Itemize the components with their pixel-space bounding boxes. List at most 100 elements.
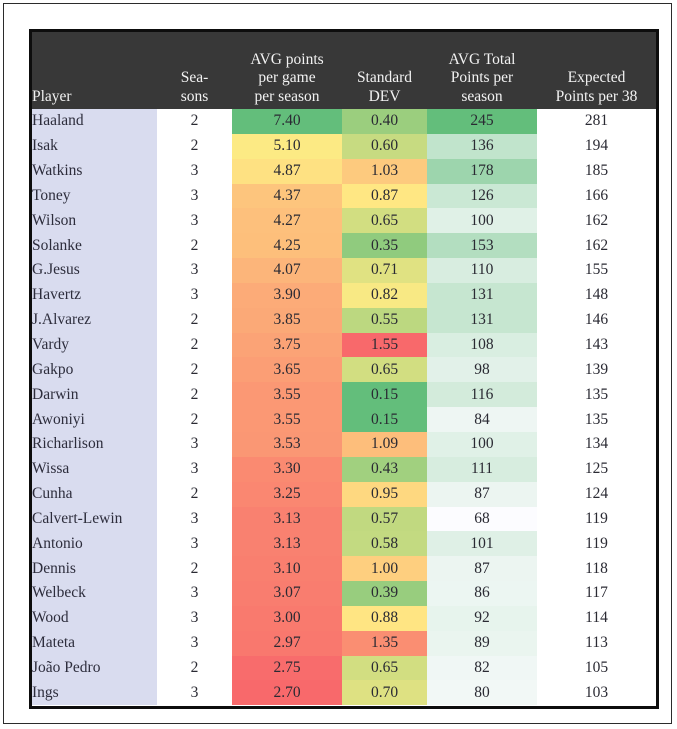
cell-expected-points: 146	[537, 307, 656, 333]
column-header-standard-dev: Standard DEV	[342, 32, 427, 109]
column-header-avg-total-points: AVG Total Points per season	[427, 32, 537, 109]
cell-player: Wood	[32, 605, 157, 631]
table-row: João Pedro 2 2.75 0.65 82 105	[32, 655, 656, 681]
cell-player: Mateta	[32, 630, 157, 656]
cell-standard-dev: 0.15	[342, 407, 427, 432]
table-row: Awoniyi 2 3.55 0.15 84 135	[32, 407, 656, 432]
cell-avg-points-per-game: 3.55	[232, 382, 342, 408]
cell-seasons: 2	[157, 133, 232, 159]
cell-expected-points: 125	[537, 456, 656, 482]
cell-expected-points: 135	[537, 382, 656, 408]
cell-seasons: 2	[157, 109, 232, 134]
table-row: Watkins 3 4.87 1.03 178 185	[32, 158, 656, 184]
cell-avg-points-per-game: 7.40	[232, 109, 342, 134]
cell-player: J.Alvarez	[32, 307, 157, 333]
cell-avg-points-per-game: 4.37	[232, 183, 342, 209]
cell-avg-total-points: 100	[427, 431, 537, 457]
column-header-line: Expected	[567, 69, 626, 87]
cell-avg-points-per-game: 3.85	[232, 307, 342, 333]
cell-standard-dev: 0.88	[342, 605, 427, 631]
table-row: Wissa 3 3.30 0.43 111 125	[32, 456, 656, 482]
cell-standard-dev: 0.95	[342, 481, 427, 507]
cell-player: Wilson	[32, 208, 157, 234]
table-row: J.Alvarez 2 3.85 0.55 131 146	[32, 307, 656, 333]
cell-avg-points-per-game: 3.00	[232, 605, 342, 631]
cell-standard-dev: 1.35	[342, 630, 427, 656]
table-row: Mateta 3 2.97 1.35 89 113	[32, 630, 656, 656]
cell-player: Toney	[32, 183, 157, 209]
cell-player: Richarlison	[32, 431, 157, 457]
cell-seasons: 2	[157, 307, 232, 333]
cell-standard-dev: 0.39	[342, 581, 427, 606]
cell-player: Darwin	[32, 382, 157, 408]
table-row: Wood 3 3.00 0.88 92 114	[32, 605, 656, 631]
column-header-player: Player	[32, 32, 157, 109]
cell-player: Wissa	[32, 456, 157, 482]
cell-avg-points-per-game: 3.25	[232, 481, 342, 507]
cell-seasons: 3	[157, 680, 232, 706]
cell-expected-points: 194	[537, 133, 656, 159]
cell-expected-points: 105	[537, 655, 656, 681]
table-row: Welbeck 3 3.07 0.39 86 117	[32, 581, 656, 606]
table-body: Haaland 2 7.40 0.40 245 281 Isak 2 5.10 0.60 136 19…	[32, 109, 656, 706]
table-row: Richarlison 3 3.53 1.09 100 134	[32, 431, 656, 457]
cell-seasons: 2	[157, 481, 232, 507]
cell-standard-dev: 0.65	[342, 357, 427, 383]
cell-standard-dev: 0.58	[342, 531, 427, 557]
cell-expected-points: 166	[537, 183, 656, 209]
cell-seasons: 3	[157, 258, 232, 283]
cell-standard-dev: 0.71	[342, 258, 427, 283]
cell-avg-points-per-game: 2.70	[232, 680, 342, 706]
cell-seasons: 2	[157, 233, 232, 259]
cell-expected-points: 119	[537, 531, 656, 557]
player-stats-table-container: Player Sea-sons AVG points per game per se…	[29, 29, 659, 709]
cell-standard-dev: 1.55	[342, 332, 427, 358]
cell-avg-points-per-game: 4.87	[232, 158, 342, 184]
cell-avg-total-points: 100	[427, 208, 537, 234]
page-frame: Player Sea-sons AVG points per game per se…	[3, 3, 672, 724]
cell-avg-points-per-game: 3.55	[232, 407, 342, 432]
cell-player: Haaland	[32, 109, 157, 134]
cell-seasons: 2	[157, 655, 232, 681]
cell-seasons: 3	[157, 531, 232, 557]
cell-expected-points: 139	[537, 357, 656, 383]
cell-seasons: 3	[157, 158, 232, 184]
cell-standard-dev: 0.60	[342, 133, 427, 159]
table-row: Darwin 2 3.55 0.15 116 135	[32, 382, 656, 408]
cell-avg-points-per-game: 2.75	[232, 655, 342, 681]
cell-expected-points: 162	[537, 233, 656, 259]
cell-avg-points-per-game: 4.25	[232, 233, 342, 259]
cell-player: Isak	[32, 133, 157, 159]
cell-avg-total-points: 111	[427, 456, 537, 482]
cell-avg-total-points: 126	[427, 183, 537, 209]
cell-standard-dev: 0.57	[342, 506, 427, 532]
table-row: Solanke 2 4.25 0.35 153 162	[32, 233, 656, 259]
cell-avg-total-points: 82	[427, 655, 537, 681]
cell-avg-total-points: 136	[427, 133, 537, 159]
table-row: Toney 3 4.37 0.87 126 166	[32, 183, 656, 209]
cell-expected-points: 162	[537, 208, 656, 234]
cell-expected-points: 117	[537, 581, 656, 606]
table-row: Cunha 2 3.25 0.95 87 124	[32, 481, 656, 507]
cell-avg-total-points: 98	[427, 357, 537, 383]
cell-seasons: 3	[157, 581, 232, 606]
cell-avg-total-points: 68	[427, 506, 537, 532]
table-row: G.Jesus 3 4.07 0.71 110 155	[32, 258, 656, 283]
cell-standard-dev: 0.70	[342, 680, 427, 706]
cell-seasons: 3	[157, 282, 232, 308]
table-header: Player Sea-sons AVG points per game per se…	[32, 32, 656, 109]
cell-avg-points-per-game: 3.53	[232, 431, 342, 457]
cell-seasons: 3	[157, 183, 232, 209]
cell-standard-dev: 0.15	[342, 382, 427, 408]
cell-avg-points-per-game: 2.97	[232, 630, 342, 656]
cell-player: Cunha	[32, 481, 157, 507]
cell-avg-total-points: 87	[427, 556, 537, 582]
column-header-line: Points per 38	[555, 87, 638, 105]
cell-standard-dev: 0.82	[342, 282, 427, 308]
cell-seasons: 2	[157, 407, 232, 432]
cell-player: Antonio	[32, 531, 157, 557]
cell-avg-total-points: 87	[427, 481, 537, 507]
cell-avg-total-points: 92	[427, 605, 537, 631]
cell-player: Solanke	[32, 233, 157, 259]
cell-seasons: 3	[157, 630, 232, 656]
